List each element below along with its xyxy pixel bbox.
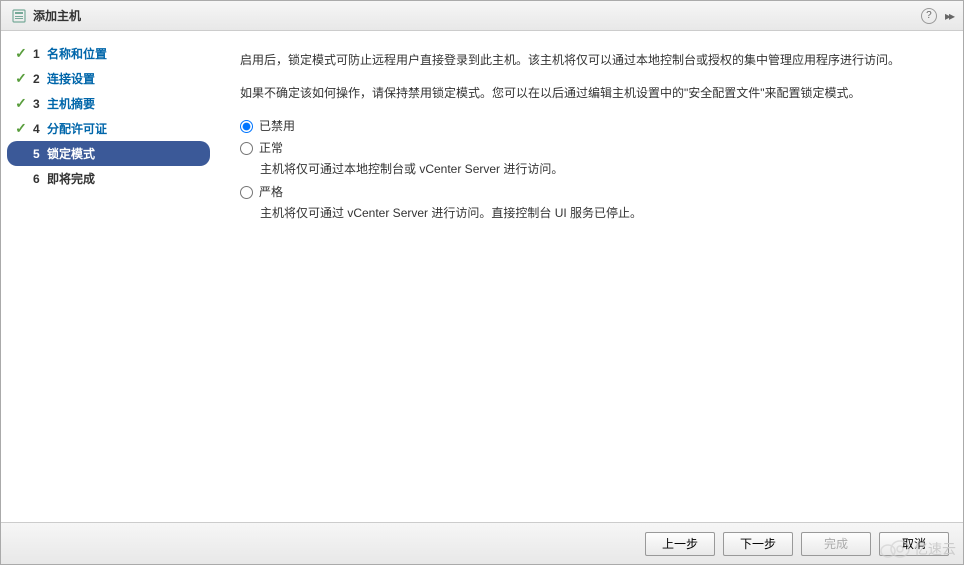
- radio-strict-desc: 主机将仅可通过 vCenter Server 进行访问。直接控制台 UI 服务已…: [260, 204, 939, 223]
- check-icon: ✓: [13, 121, 29, 137]
- step-label: 主机摘要: [47, 95, 95, 112]
- step-lockdown-mode[interactable]: ✓ 5 锁定模式: [7, 141, 210, 166]
- cancel-button[interactable]: 取消: [879, 532, 949, 556]
- intro-text-2: 如果不确定该如何操作，请保持禁用锁定模式。您可以在以后通过编辑主机设置中的"安全…: [240, 84, 939, 103]
- check-icon: ✓: [13, 96, 29, 112]
- step-ready-complete[interactable]: ✓ 6 即将完成: [1, 166, 216, 191]
- host-icon: [11, 8, 27, 24]
- step-number: 2: [33, 72, 47, 86]
- content-pane: 启用后，锁定模式可防止远程用户直接登录到此主机。该主机将仅可以通过本地控制台或授…: [216, 31, 963, 522]
- step-connection-settings[interactable]: ✓ 2 连接设置: [1, 66, 216, 91]
- dialog-body: ✓ 1 名称和位置 ✓ 2 连接设置 ✓ 3 主机摘要 ✓ 4 分配许可证 ✓: [1, 31, 963, 522]
- dialog-title: 添加主机: [33, 7, 921, 24]
- wizard-steps: ✓ 1 名称和位置 ✓ 2 连接设置 ✓ 3 主机摘要 ✓ 4 分配许可证 ✓: [1, 31, 216, 522]
- step-name-location[interactable]: ✓ 1 名称和位置: [1, 41, 216, 66]
- step-number: 3: [33, 97, 47, 111]
- step-number: 4: [33, 122, 47, 136]
- step-number: 1: [33, 47, 47, 61]
- check-icon: ✓: [13, 46, 29, 62]
- help-icon[interactable]: ?: [921, 8, 937, 24]
- lockdown-options: 已禁用 正常 主机将仅可通过本地控制台或 vCenter Server 进行访问…: [240, 117, 939, 223]
- radio-disabled[interactable]: [240, 120, 253, 133]
- step-number: 6: [33, 172, 47, 186]
- step-label: 连接设置: [47, 70, 95, 87]
- radio-normal-label[interactable]: 正常: [259, 139, 283, 158]
- option-normal: 正常: [240, 139, 939, 158]
- step-label: 分配许可证: [47, 120, 107, 137]
- radio-normal[interactable]: [240, 142, 253, 155]
- step-label: 即将完成: [47, 170, 95, 187]
- check-icon: ✓: [13, 71, 29, 87]
- step-label: 锁定模式: [47, 145, 95, 162]
- next-button[interactable]: 下一步: [723, 532, 793, 556]
- expand-icon[interactable]: ▸▸: [945, 9, 953, 23]
- step-assign-license[interactable]: ✓ 4 分配许可证: [1, 116, 216, 141]
- titlebar: 添加主机 ? ▸▸: [1, 1, 963, 31]
- option-strict: 严格: [240, 183, 939, 202]
- radio-strict-label[interactable]: 严格: [259, 183, 283, 202]
- step-number: 5: [33, 147, 47, 161]
- step-label: 名称和位置: [47, 45, 107, 62]
- finish-button: 完成: [801, 532, 871, 556]
- wizard-dialog: 添加主机 ? ▸▸ ✓ 1 名称和位置 ✓ 2 连接设置 ✓ 3 主机摘要: [0, 0, 964, 565]
- titlebar-controls: ? ▸▸: [921, 8, 953, 24]
- option-disabled: 已禁用: [240, 117, 939, 136]
- radio-strict[interactable]: [240, 186, 253, 199]
- back-button[interactable]: 上一步: [645, 532, 715, 556]
- intro-text-1: 启用后，锁定模式可防止远程用户直接登录到此主机。该主机将仅可以通过本地控制台或授…: [240, 51, 939, 70]
- step-host-summary[interactable]: ✓ 3 主机摘要: [1, 91, 216, 116]
- footer: 上一步 下一步 完成 取消: [1, 522, 963, 564]
- radio-normal-desc: 主机将仅可通过本地控制台或 vCenter Server 进行访问。: [260, 160, 939, 179]
- radio-disabled-label[interactable]: 已禁用: [259, 117, 295, 136]
